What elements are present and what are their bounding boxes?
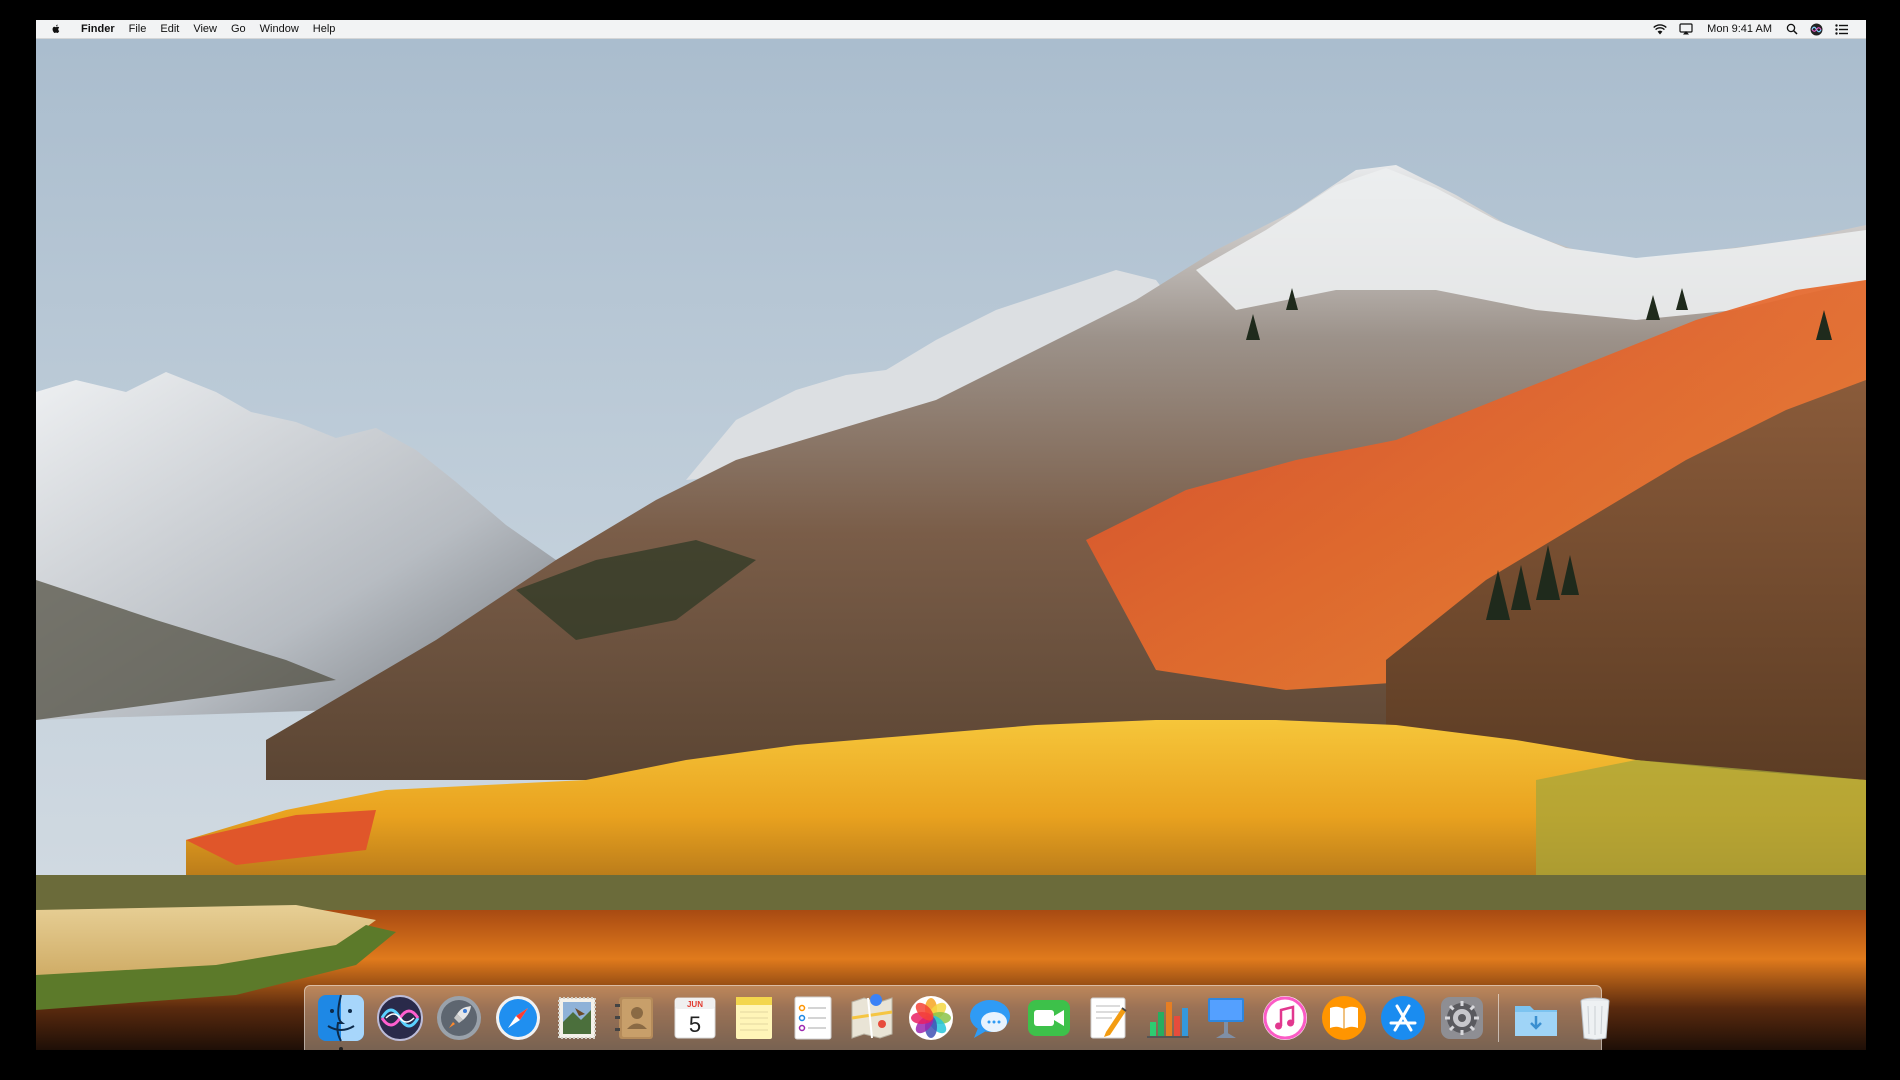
dock-ibooks[interactable]	[1318, 992, 1370, 1044]
notes-icon	[735, 997, 772, 1039]
menu-view[interactable]: View	[186, 20, 224, 38]
dock-downloads-stack[interactable]	[1510, 992, 1562, 1044]
dock: JUN 5	[304, 985, 1609, 1050]
spotlight-icon[interactable]	[1786, 23, 1798, 35]
facetime-camera-icon	[1027, 1000, 1070, 1036]
notification-center-icon[interactable]	[1835, 23, 1848, 35]
calendar-icon: JUN 5	[674, 997, 715, 1039]
menu-app-name[interactable]: Finder	[74, 20, 122, 38]
mail-stamp-icon	[557, 997, 596, 1039]
running-indicator	[338, 1047, 343, 1050]
dock-facetime[interactable]	[1023, 992, 1075, 1044]
siri-icon	[376, 995, 423, 1041]
dock-siri[interactable]	[374, 992, 426, 1044]
menu-go[interactable]: Go	[224, 20, 253, 38]
dock-calendar[interactable]: JUN 5	[669, 992, 721, 1044]
siri-icon[interactable]	[1810, 23, 1823, 36]
airplay-icon[interactable]	[1679, 23, 1693, 35]
gear-icon	[1440, 997, 1483, 1039]
apple-menu-icon[interactable]	[50, 22, 64, 36]
dock-pages[interactable]	[1082, 992, 1134, 1044]
reminders-icon	[794, 996, 831, 1040]
dock-contacts[interactable]	[610, 992, 662, 1044]
dock-separator	[1498, 994, 1499, 1042]
dock-mail[interactable]	[551, 992, 603, 1044]
desktop[interactable]: Finder File Edit View Go Window Help Mon…	[36, 20, 1866, 1050]
dock-messages[interactable]	[964, 992, 1016, 1044]
menu-file[interactable]: File	[122, 20, 154, 38]
maps-icon	[851, 994, 892, 1039]
menu-window[interactable]: Window	[253, 20, 306, 38]
trash-icon	[1580, 997, 1609, 1040]
menu-edit[interactable]: Edit	[153, 20, 186, 38]
itunes-note-icon	[1262, 996, 1307, 1040]
menu-bar: Finder File Edit View Go Window Help Mon…	[36, 20, 1866, 39]
photos-pinwheel-icon	[908, 996, 953, 1040]
launchpad-rocket-icon	[436, 996, 481, 1040]
dock-launchpad[interactable]	[433, 992, 485, 1044]
finder-icon	[317, 994, 364, 1042]
dock-finder[interactable]	[315, 992, 367, 1050]
app-store-icon	[1380, 996, 1425, 1040]
safari-compass-icon	[495, 996, 540, 1040]
calendar-month-label: JUN	[686, 1000, 702, 1009]
dock-keynote[interactable]	[1200, 992, 1252, 1044]
menu-bar-clock[interactable]: Mon 9:41 AM	[1707, 23, 1772, 35]
keynote-podium-icon	[1207, 998, 1244, 1038]
ibooks-book-icon	[1321, 996, 1366, 1040]
wifi-icon[interactable]	[1653, 23, 1667, 35]
dock-maps[interactable]	[846, 992, 898, 1044]
menu-help[interactable]: Help	[306, 20, 343, 38]
wallpaper-high-sierra	[36, 20, 1866, 1050]
dock-trash[interactable]	[1569, 992, 1621, 1044]
dock-safari[interactable]	[492, 992, 544, 1044]
contacts-book-icon	[614, 997, 653, 1039]
dock-numbers[interactable]	[1141, 992, 1193, 1044]
pages-icon	[1090, 997, 1127, 1039]
messages-bubble-icon	[969, 1000, 1010, 1038]
dock-notes[interactable]	[728, 992, 780, 1044]
dock-photos[interactable]	[905, 992, 957, 1044]
dock-app-store[interactable]	[1377, 992, 1429, 1044]
calendar-day-label: 5	[688, 1012, 700, 1037]
dock-system-preferences[interactable]	[1436, 992, 1488, 1044]
dock-itunes[interactable]	[1259, 992, 1311, 1044]
dock-reminders[interactable]	[787, 992, 839, 1044]
downloads-folder-icon	[1514, 1006, 1557, 1036]
numbers-chart-icon	[1146, 1002, 1189, 1038]
